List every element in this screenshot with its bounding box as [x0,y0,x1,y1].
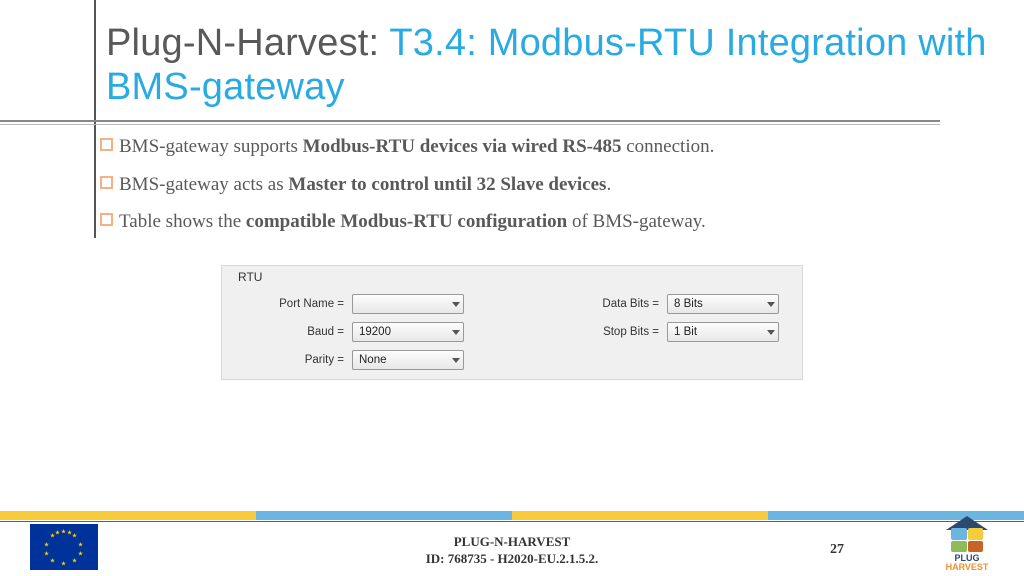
page-number: 27 [830,542,844,558]
field-label: Stop Bits = [537,326,667,338]
decorative-vertical-rule [94,0,96,238]
field-data-bits: Data Bits = 8 Bits [537,290,779,318]
rtu-panel-title: RTU [238,270,262,284]
plug-n-harvest-logo: PLUGHARVEST [938,516,996,572]
title-prefix: Plug-N-Harvest: [106,22,389,64]
parity-dropdown[interactable]: None [352,350,464,370]
chevron-down-icon [452,358,460,363]
field-label: Parity = [222,354,352,366]
chevron-down-icon [767,302,775,307]
footer-line1: PLUG-N-HARVEST [0,534,1024,551]
bullet-square-icon [100,213,113,226]
bullet-text: BMS-gateway supports Modbus-RTU devices … [119,134,714,160]
data-bits-dropdown[interactable]: 8 Bits [667,294,779,314]
dropdown-value: 1 Bit [674,326,697,338]
field-stop-bits: Stop Bits = 1 Bit [537,318,779,346]
bullet-square-icon [100,176,113,189]
chevron-down-icon [767,330,775,335]
bullet-item: Table shows the compatible Modbus-RTU co… [100,209,950,235]
footer-color-bar [0,511,1024,520]
dropdown-value: 19200 [359,326,391,338]
rtu-config-panel: RTU Port Name = Baud = 19200 Parity = No… [221,265,803,380]
footer-line2: ID: 768735 - H2020-EU.2.1.5.2. [0,551,1024,568]
field-label: Data Bits = [537,298,667,310]
title-underline-thin [0,124,940,125]
field-label: Port Name = [222,298,352,310]
baud-dropdown[interactable]: 19200 [352,322,464,342]
chevron-down-icon [452,330,460,335]
bullet-text: BMS-gateway acts as Master to control un… [119,172,611,198]
port-name-dropdown[interactable] [352,294,464,314]
bullet-text: Table shows the compatible Modbus-RTU co… [119,209,706,235]
bullet-list: BMS-gateway supports Modbus-RTU devices … [100,134,950,247]
footer-line [0,521,1024,523]
bullet-square-icon [100,138,113,151]
field-port-name: Port Name = [222,290,464,318]
footer-text: PLUG-N-HARVEST ID: 768735 - H2020-EU.2.1… [0,534,1024,568]
field-baud: Baud = 19200 [222,318,464,346]
field-label: Baud = [222,326,352,338]
bullet-item: BMS-gateway supports Modbus-RTU devices … [100,134,950,160]
dropdown-value: 8 Bits [674,298,703,310]
logo-text-bottom: HARVEST [946,562,989,572]
slide-title: Plug-N-Harvest: T3.4: Modbus-RTU Integra… [106,22,1024,109]
stop-bits-dropdown[interactable]: 1 Bit [667,322,779,342]
field-parity: Parity = None [222,346,464,374]
title-underline-thick [0,120,940,122]
bullet-item: BMS-gateway acts as Master to control un… [100,172,950,198]
chevron-down-icon [452,302,460,307]
dropdown-value: None [359,354,387,366]
